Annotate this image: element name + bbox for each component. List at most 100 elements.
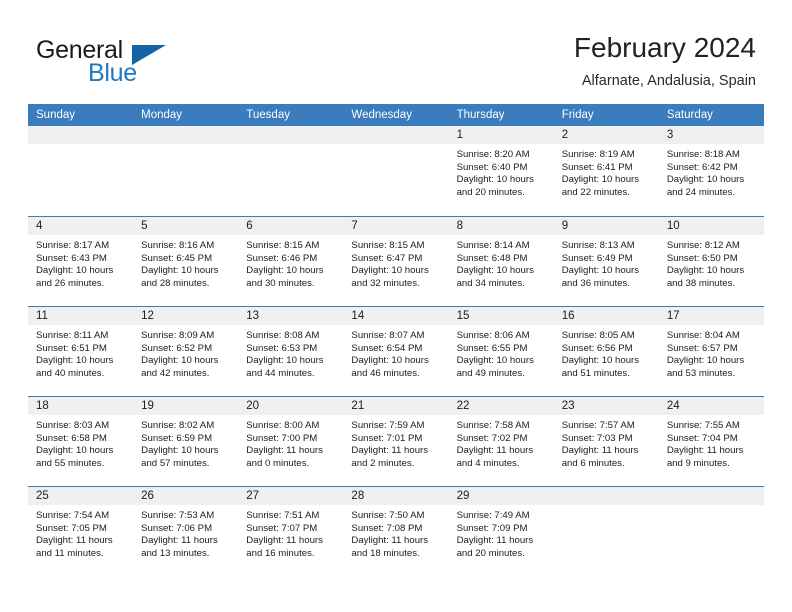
sunset-text: Sunset: 7:09 PM (456, 522, 528, 534)
day-number: 27 (246, 490, 260, 502)
day-number-band: 29 (448, 487, 554, 505)
day-number: 14 (351, 310, 365, 322)
day-number: 29 (456, 490, 470, 502)
day-cell[interactable]: 23 Sunrise: 7:57 AM Sunset: 7:03 PM Dayl… (553, 397, 659, 486)
day-cell[interactable]: 3 Sunrise: 8:18 AM Sunset: 6:42 PM Dayli… (658, 126, 764, 216)
week-row: 25 Sunrise: 7:54 AM Sunset: 7:05 PM Dayl… (28, 486, 764, 576)
sunrise-text: Sunrise: 8:03 AM (36, 420, 110, 431)
day-cell[interactable]: 5 Sunrise: 8:16 AM Sunset: 6:45 PM Dayli… (133, 217, 239, 306)
day-number-band: 22 (448, 397, 554, 415)
day-cell[interactable]: 22 Sunrise: 7:58 AM Sunset: 7:02 PM Dayl… (448, 397, 554, 486)
sunrise-text: Sunrise: 8:17 AM (36, 240, 110, 251)
triangle-logo-icon (132, 45, 166, 65)
day-details: Sunrise: 8:15 AM Sunset: 6:46 PM Dayligh… (238, 235, 343, 290)
sunrise-text: Sunrise: 8:08 AM (246, 330, 320, 341)
daylight-text-line2: and 11 minutes. (36, 547, 104, 559)
daylight-text-line2: and 46 minutes. (351, 367, 420, 379)
day-cell[interactable]: 21 Sunrise: 7:59 AM Sunset: 7:01 PM Dayl… (343, 397, 449, 486)
day-cell[interactable]: 2 Sunrise: 8:19 AM Sunset: 6:41 PM Dayli… (553, 126, 659, 216)
daylight-text-line1: Daylight: 10 hours (36, 265, 114, 277)
sunset-text: Sunset: 6:47 PM (351, 252, 423, 264)
day-cell[interactable]: 20 Sunrise: 8:00 AM Sunset: 7:00 PM Dayl… (238, 397, 344, 486)
daylight-text-line1: Daylight: 11 hours (666, 445, 744, 457)
daylight-text-line1: Daylight: 10 hours (351, 265, 429, 277)
day-cell[interactable]: 16 Sunrise: 8:05 AM Sunset: 6:56 PM Dayl… (553, 307, 659, 396)
sunrise-text: Sunrise: 7:51 AM (246, 510, 320, 521)
day-number: 10 (666, 220, 680, 232)
day-cell[interactable]: 18 Sunrise: 8:03 AM Sunset: 6:58 PM Dayl… (28, 397, 134, 486)
day-cell (238, 126, 344, 216)
day-number-band: 23 (553, 397, 659, 415)
day-number: 23 (561, 400, 575, 412)
sunset-text: Sunset: 6:41 PM (561, 161, 633, 173)
day-details: Sunrise: 7:59 AM Sunset: 7:01 PM Dayligh… (343, 415, 448, 470)
weekday-header-thursday: Thursday (456, 109, 505, 121)
daylight-text-line1: Daylight: 10 hours (141, 355, 219, 367)
sunset-text: Sunset: 6:48 PM (456, 252, 528, 264)
day-cell[interactable]: 12 Sunrise: 8:09 AM Sunset: 6:52 PM Dayl… (133, 307, 239, 396)
day-details: Sunrise: 7:54 AM Sunset: 7:05 PM Dayligh… (28, 505, 133, 560)
day-cell[interactable]: 19 Sunrise: 8:02 AM Sunset: 6:59 PM Dayl… (133, 397, 239, 486)
day-cell[interactable]: 27 Sunrise: 7:51 AM Sunset: 7:07 PM Dayl… (238, 487, 344, 576)
day-cell[interactable]: 25 Sunrise: 7:54 AM Sunset: 7:05 PM Dayl… (28, 487, 134, 576)
brand-name-blue: Blue (88, 59, 137, 87)
brand-logo[interactable]: General Blue (36, 36, 236, 92)
day-number-band: 13 (238, 307, 344, 325)
day-cell[interactable]: 9 Sunrise: 8:13 AM Sunset: 6:49 PM Dayli… (553, 217, 659, 306)
sunrise-text: Sunrise: 8:07 AM (351, 330, 425, 341)
day-number: 2 (561, 129, 569, 141)
day-cell[interactable]: 17 Sunrise: 8:04 AM Sunset: 6:57 PM Dayl… (658, 307, 764, 396)
daylight-text-line1: Daylight: 11 hours (36, 535, 113, 547)
day-cell[interactable]: 1 Sunrise: 8:20 AM Sunset: 6:40 PM Dayli… (448, 126, 554, 216)
day-number-band (28, 126, 134, 144)
sunset-text: Sunset: 7:00 PM (246, 432, 318, 444)
day-cell[interactable]: 7 Sunrise: 8:15 AM Sunset: 6:47 PM Dayli… (343, 217, 449, 306)
sunrise-text: Sunrise: 7:55 AM (666, 420, 740, 431)
daylight-text-line2: and 9 minutes. (666, 457, 730, 469)
daylight-text-line1: Daylight: 11 hours (141, 535, 218, 547)
sunrise-text: Sunrise: 8:02 AM (141, 420, 215, 431)
day-number: 18 (36, 400, 49, 412)
day-cell[interactable]: 4 Sunrise: 8:17 AM Sunset: 6:43 PM Dayli… (28, 217, 134, 306)
sunrise-text: Sunrise: 8:05 AM (561, 330, 635, 341)
daylight-text-line2: and 26 minutes. (36, 277, 105, 289)
day-number: 11 (36, 310, 48, 322)
day-cell[interactable]: 14 Sunrise: 8:07 AM Sunset: 6:54 PM Dayl… (343, 307, 449, 396)
day-cell[interactable]: 13 Sunrise: 8:08 AM Sunset: 6:53 PM Dayl… (238, 307, 344, 396)
sunset-text: Sunset: 6:51 PM (36, 342, 107, 354)
daylight-text-line2: and 55 minutes. (36, 457, 105, 469)
day-cell[interactable]: 10 Sunrise: 8:12 AM Sunset: 6:50 PM Dayl… (658, 217, 764, 306)
week-row: 18 Sunrise: 8:03 AM Sunset: 6:58 PM Dayl… (28, 396, 764, 486)
sunrise-text: Sunrise: 8:12 AM (666, 240, 740, 251)
day-number: 25 (36, 490, 49, 502)
day-cell[interactable]: 8 Sunrise: 8:14 AM Sunset: 6:48 PM Dayli… (448, 217, 554, 306)
day-cell[interactable]: 6 Sunrise: 8:15 AM Sunset: 6:46 PM Dayli… (238, 217, 344, 306)
day-number-band: 4 (28, 217, 134, 235)
daylight-text-line1: Daylight: 11 hours (246, 445, 323, 457)
day-number: 15 (456, 310, 470, 322)
daylight-text-line1: Daylight: 10 hours (36, 445, 114, 457)
daylight-text-line1: Daylight: 11 hours (456, 445, 534, 457)
sunrise-text: Sunrise: 8:16 AM (141, 240, 215, 251)
daylight-text-line2: and 24 minutes. (666, 186, 736, 198)
day-number: 7 (351, 220, 358, 232)
daylight-text-line1: Daylight: 10 hours (36, 355, 114, 367)
day-cell[interactable]: 15 Sunrise: 8:06 AM Sunset: 6:55 PM Dayl… (448, 307, 554, 396)
sunset-text: Sunset: 6:42 PM (666, 161, 738, 173)
day-number: 6 (246, 220, 253, 232)
day-number-band: 2 (553, 126, 659, 144)
day-cell[interactable]: 29 Sunrise: 7:49 AM Sunset: 7:09 PM Dayl… (448, 487, 554, 576)
calendar-grid: Sunday Monday Tuesday Wednesday Thursday… (28, 104, 764, 576)
sunrise-text: Sunrise: 8:13 AM (561, 240, 635, 251)
day-cell[interactable]: 11 Sunrise: 8:11 AM Sunset: 6:51 PM Dayl… (28, 307, 134, 396)
daylight-text-line2: and 20 minutes. (456, 186, 525, 198)
day-cell[interactable]: 24 Sunrise: 7:55 AM Sunset: 7:04 PM Dayl… (658, 397, 764, 486)
day-cell[interactable]: 26 Sunrise: 7:53 AM Sunset: 7:06 PM Dayl… (133, 487, 239, 576)
day-cell[interactable]: 28 Sunrise: 7:50 AM Sunset: 7:08 PM Dayl… (343, 487, 449, 576)
day-number-band: 9 (553, 217, 659, 235)
sunset-text: Sunset: 6:40 PM (456, 161, 528, 173)
daylight-text-line1: Daylight: 10 hours (246, 265, 324, 277)
daylight-text-line1: Daylight: 11 hours (351, 445, 429, 457)
day-number-band: 17 (658, 307, 764, 325)
sunset-text: Sunset: 6:56 PM (561, 342, 633, 354)
